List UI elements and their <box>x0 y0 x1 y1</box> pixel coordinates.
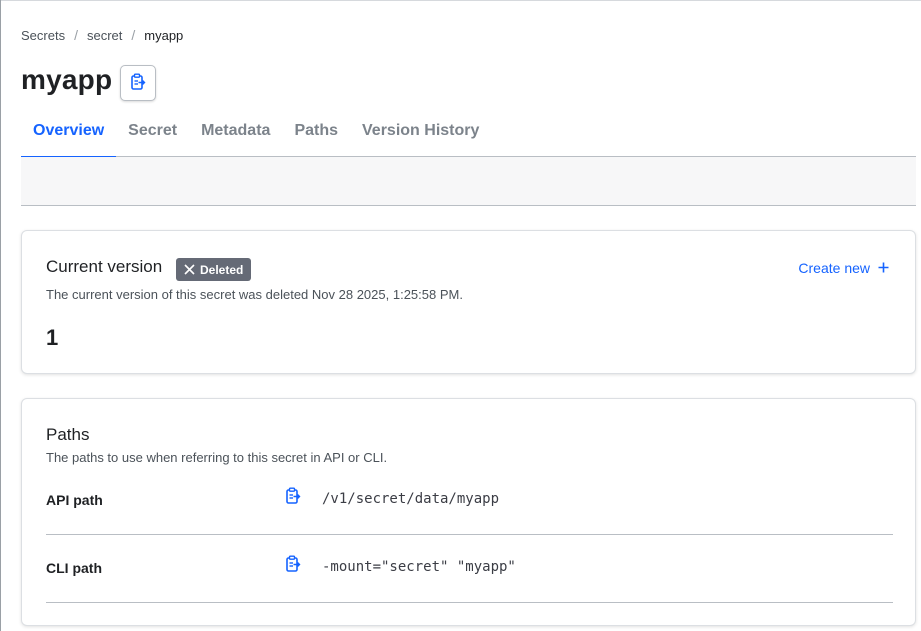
path-label: CLI path <box>46 560 102 576</box>
copy-api-path-button[interactable] <box>284 487 302 510</box>
breadcrumb-current: myapp <box>144 27 184 43</box>
window-top-border <box>0 0 921 1</box>
current-version-heading: Current version <box>46 257 163 276</box>
path-row-cli: CLI path -mount="secret" "myapp" <box>46 535 893 603</box>
breadcrumb: Secrets / secret / myapp <box>21 27 183 43</box>
tab-overview[interactable]: Overview <box>21 110 117 158</box>
cli-path-value: -mount="secret" "myapp" <box>322 559 516 575</box>
breadcrumb-link-secrets[interactable]: Secrets <box>21 28 65 43</box>
tab-secret[interactable]: Secret <box>116 110 189 157</box>
api-path-value: /v1/secret/data/myapp <box>322 491 500 507</box>
create-new-version-button[interactable]: Create new <box>798 260 889 276</box>
tab-paths[interactable]: Paths <box>282 110 350 157</box>
deleted-badge-label: Deleted <box>200 262 244 277</box>
create-new-label: Create new <box>798 260 870 276</box>
paths-description: The paths to use when referring to this … <box>46 450 388 465</box>
breadcrumb-separator: / <box>131 27 136 43</box>
breadcrumb-separator: / <box>74 27 78 43</box>
toolbar <box>21 157 916 206</box>
window-left-border <box>0 0 1 631</box>
page-title: myapp <box>21 64 113 95</box>
current-version-description: The current version of this secret was d… <box>46 287 463 302</box>
tab-version-history[interactable]: Version History <box>350 110 491 157</box>
current-version-card: Current version Deleted The current vers… <box>21 230 916 374</box>
deleted-status-badge: Deleted <box>176 258 252 281</box>
paths-heading: Paths <box>46 425 90 444</box>
tab-metadata[interactable]: Metadata <box>189 110 282 157</box>
version-number: 1 <box>46 325 59 350</box>
x-icon <box>184 264 195 275</box>
paths-card: Paths The paths to use when referring to… <box>21 398 916 626</box>
path-label: API path <box>46 492 103 508</box>
clipboard-copy-icon <box>130 73 146 94</box>
tab-bar: Overview Secret Metadata Paths Version H… <box>21 110 916 158</box>
clipboard-copy-icon <box>285 487 301 510</box>
plus-icon <box>878 260 889 276</box>
clipboard-copy-icon <box>285 555 301 578</box>
copy-secret-name-button[interactable] <box>120 65 156 101</box>
copy-cli-path-button[interactable] <box>284 555 302 578</box>
path-row-api: API path /v1/secret/data/myapp <box>46 467 893 535</box>
breadcrumb-link-secret[interactable]: secret <box>87 28 122 43</box>
